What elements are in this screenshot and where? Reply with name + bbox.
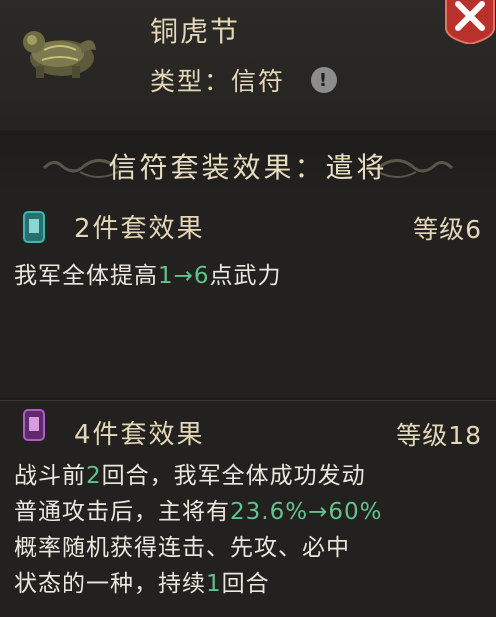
item-type-row: 类型： 信符 ! (150, 62, 338, 98)
set-4-desc-line: 普通攻击后，主将有23.6%→60% (14, 494, 484, 530)
desc-value: 1 (206, 571, 222, 597)
item-type-value: 信符 (231, 67, 286, 96)
set-4-desc-line: 战斗前2回合，我军全体成功发动 (14, 458, 484, 494)
set-4-level: 等级18 (396, 421, 482, 450)
desc-value: 2 (86, 463, 102, 489)
item-type-label: 类型： (150, 67, 232, 96)
desc-text: 概率随机获得连击、先攻、必中 (14, 535, 350, 561)
set-4-desc-line: 状态的一种，持续1回合 (14, 566, 484, 602)
desc-text: 普通攻击后，主将有 (14, 499, 230, 525)
set-2-level: 等级6 (413, 215, 482, 244)
item-name: 铜虎节 (150, 15, 241, 48)
desc-text: 战斗前 (14, 463, 86, 489)
set-4-description: 战斗前2回合，我军全体成功发动 普通攻击后，主将有23.6%→60% 概率随机获… (14, 458, 484, 602)
set-2-desc-part: 我军全体提高 (14, 263, 158, 289)
desc-text: 回合 (221, 571, 270, 597)
info-icon[interactable]: ! (311, 67, 338, 93)
set-2-title: 2件套效果 (74, 214, 205, 244)
set-4-desc-line: 概率随机获得连击、先攻、必中 (14, 530, 484, 566)
desc-text: 回合，我军全体成功发动 (101, 463, 366, 489)
token-badge-icon (23, 409, 45, 441)
bronze-tiger-tally-icon (20, 20, 100, 84)
desc-value: 23.6%→60% (230, 499, 383, 525)
token-badge-icon (23, 211, 45, 243)
set-4-title: 4件套效果 (74, 420, 205, 450)
set-effect-title: 信符套装效果：遣将 (108, 151, 388, 184)
close-icon (445, 0, 495, 46)
set-2-description: 我军全体提高1→6点武力 (14, 258, 484, 294)
set-2-desc-part: 点武力 (209, 263, 282, 289)
close-button[interactable] (440, 0, 496, 46)
set-2-desc-value: 1→6 (158, 263, 210, 289)
desc-text: 状态的一种，持续 (14, 571, 206, 597)
